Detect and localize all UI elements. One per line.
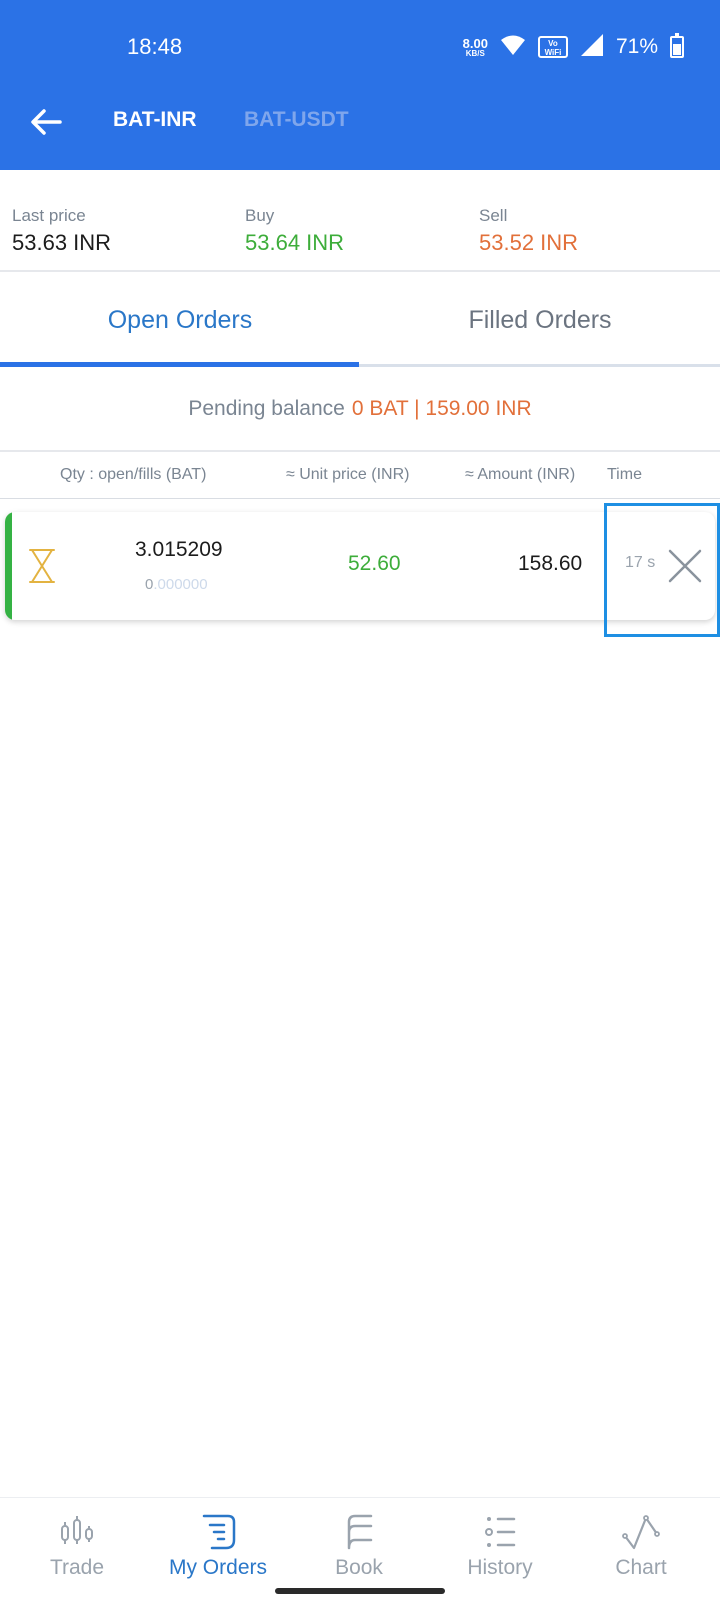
nav-chart[interactable]: Chart [569,1498,713,1600]
nav-my-orders-label: My Orders [168,1556,267,1579]
active-tab-indicator [0,362,359,367]
back-button[interactable] [28,104,64,140]
column-time: Time [607,466,642,483]
order-qty-fills-rest: .000000 [153,576,208,593]
vowifi-top: Vo [548,39,558,48]
tab-open-orders[interactable]: Open Orders [0,272,360,368]
last-price-value: 53.63 INR [12,230,112,255]
order-amount: 158.60 [518,552,583,575]
nav-my-orders[interactable]: My Orders [146,1498,290,1600]
nav-chart-label: Chart [615,1556,667,1579]
status-icons: 8.00 KB/S Vo WiFi 71% [463,32,684,62]
app-bar: 18:48 8.00 KB/S Vo WiFi 71% BAT-INR BAT-… [0,0,720,170]
signal-icon [580,33,604,62]
pair-tab-bat-usdt[interactable]: BAT-USDT [244,108,349,132]
highlight-box [604,503,720,637]
arrow-left-icon [31,109,62,135]
pending-balance-label: Pending balance [188,397,345,420]
nav-book[interactable]: Book [287,1498,431,1600]
header-divider [0,498,720,499]
buy-price-value: 53.64 INR [245,230,345,255]
order-unit-price: 52.60 [348,552,401,575]
buy-price: Buy 53.64 INR [245,206,344,256]
buy-side-indicator [5,512,12,620]
price-summary: Last price 53.63 INR Buy 53.64 INR Sell … [0,170,720,272]
network-speed-unit: KB/S [465,48,485,58]
column-unit-price: ≈ Unit price (INR) [286,466,410,483]
tab-divider [359,364,720,367]
order-tabs: Open Orders Filled Orders [0,272,720,368]
status-time: 18:48 [127,34,183,59]
candles-icon [61,1516,93,1544]
hourglass-icon [29,549,55,583]
sell-price: Sell 53.52 INR [479,206,578,256]
nav-trade[interactable]: Trade [5,1498,149,1600]
pair-tab-bat-inr[interactable]: BAT-INR [113,108,197,132]
network-speed-value: 8.00 [462,35,488,51]
pending-balance-amount: 0 BAT | 159.00 INR [351,397,532,420]
nav-history-label: History [467,1556,533,1579]
tab-filled-orders[interactable]: Filled Orders [360,272,720,368]
column-qty: Qty : open/fills (BAT) [60,466,207,483]
battery-percent: 71% [615,35,658,58]
network-speed: 8.00 KB/S [463,37,488,58]
vowifi-icon: Vo WiFi [537,36,568,58]
order-qty-open: 3.015209 [135,538,223,561]
sell-price-label: Sell [479,206,508,225]
chart-icon [622,1515,660,1550]
nav-trade-label: Trade [49,1556,105,1579]
bottom-nav: Trade My Orders Book History Chart [0,1497,720,1600]
column-amount: ≈ Amount (INR) [465,466,576,483]
last-price-label: Last price [12,206,86,225]
order-qty-fills: 0.000000 [145,576,208,593]
sell-price-value: 53.52 INR [479,230,579,255]
pending-balance: Pending balance 0 BAT | 159.00 INR [0,368,720,452]
nav-book-label: Book [335,1556,383,1579]
wifi-icon [500,34,526,61]
home-indicator[interactable] [275,1588,445,1594]
history-icon [485,1517,516,1547]
book-icon [347,1514,373,1550]
nav-history[interactable]: History [428,1498,572,1600]
battery-icon [670,33,684,58]
battery-fill [673,44,681,55]
orders-icon [202,1514,236,1550]
buy-price-label: Buy [245,206,275,225]
vowifi-bottom: WiFi [544,48,562,57]
last-price: Last price 53.63 INR [12,206,111,256]
